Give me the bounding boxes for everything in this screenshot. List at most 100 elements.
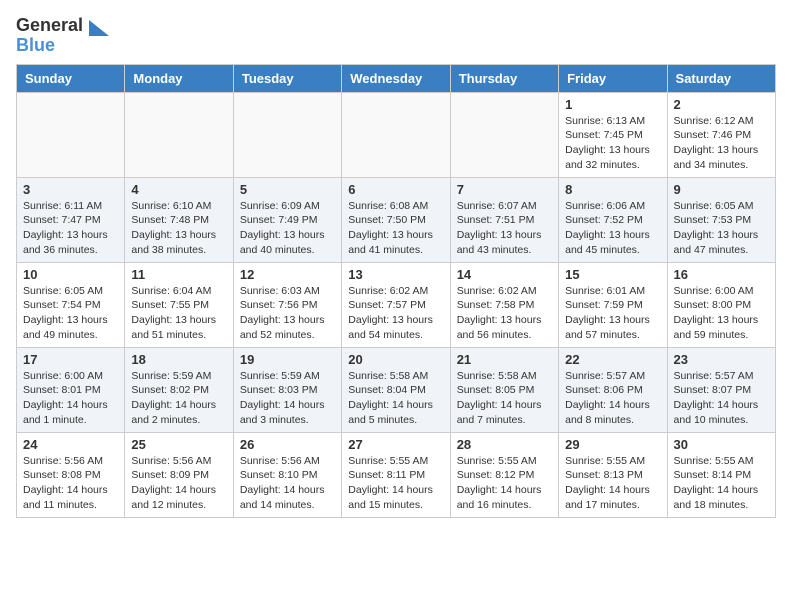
day-number: 11 <box>131 267 226 282</box>
day-number: 25 <box>131 437 226 452</box>
weekday-header-tuesday: Tuesday <box>233 64 341 92</box>
logo: General Blue <box>16 16 109 56</box>
day-info: Sunrise: 5:57 AMSunset: 8:07 PMDaylight:… <box>674 369 769 428</box>
day-number: 2 <box>674 97 769 112</box>
day-number: 10 <box>23 267 118 282</box>
day-info: Sunrise: 5:59 AMSunset: 8:02 PMDaylight:… <box>131 369 226 428</box>
day-number: 19 <box>240 352 335 367</box>
day-number: 23 <box>674 352 769 367</box>
day-info: Sunrise: 6:07 AMSunset: 7:51 PMDaylight:… <box>457 199 552 258</box>
calendar-day-cell: 26 Sunrise: 5:56 AMSunset: 8:10 PMDayligh… <box>233 432 341 517</box>
weekday-header-row: SundayMondayTuesdayWednesdayThursdayFrid… <box>17 64 776 92</box>
calendar-day-cell: 14 Sunrise: 6:02 AMSunset: 7:58 PMDayligh… <box>450 262 558 347</box>
calendar-day-cell: 17 Sunrise: 6:00 AMSunset: 8:01 PMDayligh… <box>17 347 125 432</box>
calendar-day-cell: 28 Sunrise: 5:55 AMSunset: 8:12 PMDayligh… <box>450 432 558 517</box>
day-number: 8 <box>565 182 660 197</box>
logo-blue: Blue <box>16 35 55 55</box>
calendar-day-cell: 23 Sunrise: 5:57 AMSunset: 8:07 PMDayligh… <box>667 347 775 432</box>
calendar-day-cell: 11Sunrise: 6:04 AMSunset: 7:55 PMDayligh… <box>125 262 233 347</box>
day-info: Sunrise: 6:01 AMSunset: 7:59 PMDaylight:… <box>565 284 660 343</box>
day-number: 16 <box>674 267 769 282</box>
calendar-week-row: 17 Sunrise: 6:00 AMSunset: 8:01 PMDayligh… <box>17 347 776 432</box>
day-number: 5 <box>240 182 335 197</box>
calendar-day-cell: 25 Sunrise: 5:56 AMSunset: 8:09 PMDayligh… <box>125 432 233 517</box>
calendar-week-row: 10 Sunrise: 6:05 AMSunset: 7:54 PMDayligh… <box>17 262 776 347</box>
calendar-day-cell: 27Sunrise: 5:55 AMSunset: 8:11 PMDayligh… <box>342 432 450 517</box>
day-number: 17 <box>23 352 118 367</box>
day-info: Sunrise: 6:13 AMSunset: 7:45 PMDaylight:… <box>565 114 660 173</box>
day-info: Sunrise: 5:56 AMSunset: 8:09 PMDaylight:… <box>131 454 226 513</box>
day-number: 6 <box>348 182 443 197</box>
calendar-week-row: 3Sunrise: 6:11 AMSunset: 7:47 PMDaylight… <box>17 177 776 262</box>
day-info: Sunrise: 6:05 AMSunset: 7:53 PMDaylight:… <box>674 199 769 258</box>
day-info: Sunrise: 6:03 AMSunset: 7:56 PMDaylight:… <box>240 284 335 343</box>
day-number: 21 <box>457 352 552 367</box>
day-info: Sunrise: 5:55 AMSunset: 8:14 PMDaylight:… <box>674 454 769 513</box>
calendar-day-cell: 22 Sunrise: 5:57 AMSunset: 8:06 PMDayligh… <box>559 347 667 432</box>
calendar-day-cell: 19 Sunrise: 5:59 AMSunset: 8:03 PMDayligh… <box>233 347 341 432</box>
calendar-day-cell: 3Sunrise: 6:11 AMSunset: 7:47 PMDaylight… <box>17 177 125 262</box>
day-info: Sunrise: 6:05 AMSunset: 7:54 PMDaylight:… <box>23 284 118 343</box>
calendar-day-cell: 21 Sunrise: 5:58 AMSunset: 8:05 PMDayligh… <box>450 347 558 432</box>
day-number: 26 <box>240 437 335 452</box>
day-info: Sunrise: 5:55 AMSunset: 8:11 PMDaylight:… <box>348 454 443 513</box>
day-number: 22 <box>565 352 660 367</box>
day-number: 1 <box>565 97 660 112</box>
day-number: 13 <box>348 267 443 282</box>
calendar-day-cell: 4 Sunrise: 6:10 AMSunset: 7:48 PMDaylight… <box>125 177 233 262</box>
day-info: Sunrise: 6:09 AMSunset: 7:49 PMDaylight:… <box>240 199 335 258</box>
calendar-day-cell: 16 Sunrise: 6:00 AMSunset: 8:00 PMDayligh… <box>667 262 775 347</box>
calendar-week-row: 1 Sunrise: 6:13 AMSunset: 7:45 PMDaylight… <box>17 92 776 177</box>
day-number: 14 <box>457 267 552 282</box>
day-info: Sunrise: 5:55 AMSunset: 8:13 PMDaylight:… <box>565 454 660 513</box>
day-info: Sunrise: 6:02 AMSunset: 7:58 PMDaylight:… <box>457 284 552 343</box>
day-info: Sunrise: 6:10 AMSunset: 7:48 PMDaylight:… <box>131 199 226 258</box>
calendar-day-cell: 20Sunrise: 5:58 AMSunset: 8:04 PMDayligh… <box>342 347 450 432</box>
calendar-day-cell: 12 Sunrise: 6:03 AMSunset: 7:56 PMDayligh… <box>233 262 341 347</box>
calendar-day-cell <box>17 92 125 177</box>
calendar-day-cell: 24 Sunrise: 5:56 AMSunset: 8:08 PMDayligh… <box>17 432 125 517</box>
day-number: 12 <box>240 267 335 282</box>
day-number: 9 <box>674 182 769 197</box>
day-number: 18 <box>131 352 226 367</box>
calendar-day-cell: 5 Sunrise: 6:09 AMSunset: 7:49 PMDaylight… <box>233 177 341 262</box>
day-info: Sunrise: 5:56 AMSunset: 8:10 PMDaylight:… <box>240 454 335 513</box>
calendar-day-cell: 10 Sunrise: 6:05 AMSunset: 7:54 PMDayligh… <box>17 262 125 347</box>
day-info: Sunrise: 5:59 AMSunset: 8:03 PMDaylight:… <box>240 369 335 428</box>
day-info: Sunrise: 6:02 AMSunset: 7:57 PMDaylight:… <box>348 284 443 343</box>
day-number: 4 <box>131 182 226 197</box>
day-info: Sunrise: 5:56 AMSunset: 8:08 PMDaylight:… <box>23 454 118 513</box>
weekday-header-saturday: Saturday <box>667 64 775 92</box>
day-info: Sunrise: 6:06 AMSunset: 7:52 PMDaylight:… <box>565 199 660 258</box>
calendar-day-cell <box>450 92 558 177</box>
calendar-day-cell <box>125 92 233 177</box>
calendar-day-cell <box>233 92 341 177</box>
day-info: Sunrise: 5:58 AMSunset: 8:04 PMDaylight:… <box>348 369 443 428</box>
day-info: Sunrise: 6:12 AMSunset: 7:46 PMDaylight:… <box>674 114 769 173</box>
calendar-day-cell <box>342 92 450 177</box>
page-header: General Blue <box>16 16 776 56</box>
calendar-table: SundayMondayTuesdayWednesdayThursdayFrid… <box>16 64 776 518</box>
calendar-day-cell: 1 Sunrise: 6:13 AMSunset: 7:45 PMDaylight… <box>559 92 667 177</box>
day-number: 24 <box>23 437 118 452</box>
calendar-day-cell: 18 Sunrise: 5:59 AMSunset: 8:02 PMDayligh… <box>125 347 233 432</box>
day-number: 28 <box>457 437 552 452</box>
weekday-header-friday: Friday <box>559 64 667 92</box>
day-info: Sunrise: 5:55 AMSunset: 8:12 PMDaylight:… <box>457 454 552 513</box>
day-info: Sunrise: 6:00 AMSunset: 8:01 PMDaylight:… <box>23 369 118 428</box>
day-number: 15 <box>565 267 660 282</box>
weekday-header-sunday: Sunday <box>17 64 125 92</box>
day-number: 7 <box>457 182 552 197</box>
day-number: 30 <box>674 437 769 452</box>
day-info: Sunrise: 5:57 AMSunset: 8:06 PMDaylight:… <box>565 369 660 428</box>
weekday-header-wednesday: Wednesday <box>342 64 450 92</box>
calendar-week-row: 24 Sunrise: 5:56 AMSunset: 8:08 PMDayligh… <box>17 432 776 517</box>
day-info: Sunrise: 6:00 AMSunset: 8:00 PMDaylight:… <box>674 284 769 343</box>
calendar-day-cell: 7 Sunrise: 6:07 AMSunset: 7:51 PMDaylight… <box>450 177 558 262</box>
weekday-header-thursday: Thursday <box>450 64 558 92</box>
logo-icon <box>85 20 109 52</box>
calendar-day-cell: 8 Sunrise: 6:06 AMSunset: 7:52 PMDaylight… <box>559 177 667 262</box>
calendar-day-cell: 29Sunrise: 5:55 AMSunset: 8:13 PMDayligh… <box>559 432 667 517</box>
day-info: Sunrise: 5:58 AMSunset: 8:05 PMDaylight:… <box>457 369 552 428</box>
calendar-day-cell: 2 Sunrise: 6:12 AMSunset: 7:46 PMDaylight… <box>667 92 775 177</box>
